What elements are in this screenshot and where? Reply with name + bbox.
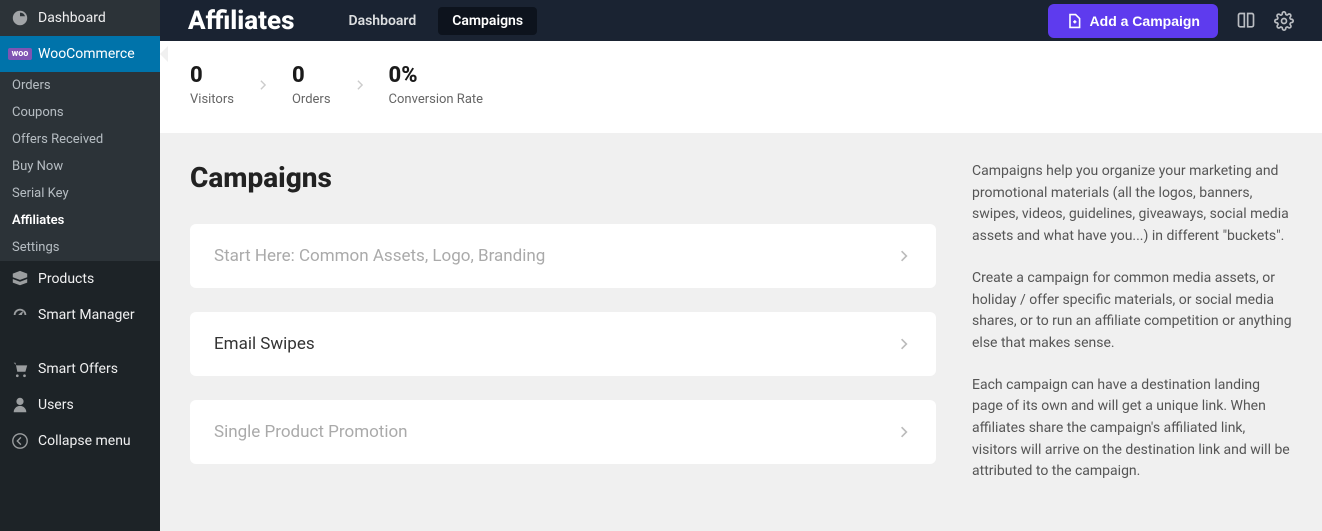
submenu-settings[interactable]: Settings xyxy=(0,234,160,261)
sidebar-label: WooCommerce xyxy=(38,46,135,62)
submenu-buynow[interactable]: Buy Now xyxy=(0,153,160,180)
chevron-right-icon xyxy=(896,336,912,352)
main-area: Affiliates Dashboard Campaigns Add a Cam… xyxy=(160,0,1322,531)
sidebar-label: Users xyxy=(38,397,74,413)
campaigns-column: Campaigns Start Here: Common Assets, Log… xyxy=(190,161,936,503)
sidebar-label: Smart Manager xyxy=(38,307,135,323)
submenu-offers[interactable]: Offers Received xyxy=(0,126,160,153)
book-icon[interactable] xyxy=(1236,11,1256,31)
page-title: Affiliates xyxy=(188,6,294,36)
sidebar-label: Smart Offers xyxy=(38,361,118,377)
campaign-card-single-product[interactable]: Single Product Promotion xyxy=(190,400,936,464)
content-area: Campaigns Start Here: Common Assets, Log… xyxy=(160,133,1322,531)
topbar: Affiliates Dashboard Campaigns Add a Cam… xyxy=(160,0,1322,41)
stat-value: 0 xyxy=(292,63,331,88)
campaign-card-email-swipes[interactable]: Email Swipes xyxy=(190,312,936,376)
sidebar-label: Collapse menu xyxy=(38,433,131,449)
sidebar-item-products[interactable]: Products xyxy=(0,261,160,297)
tab-dashboard[interactable]: Dashboard xyxy=(334,7,430,35)
dashboard-icon xyxy=(10,8,30,28)
chevron-right-icon xyxy=(896,248,912,264)
submenu-serial[interactable]: Serial Key xyxy=(0,180,160,207)
help-sidebar: Campaigns help you organize your marketi… xyxy=(972,161,1292,503)
stat-label: Conversion Rate xyxy=(389,92,484,107)
stat-orders: 0 Orders xyxy=(292,63,331,107)
chevron-right-icon xyxy=(353,78,367,92)
woocommerce-icon: woo xyxy=(10,44,30,64)
chevron-right-icon xyxy=(256,78,270,92)
campaign-card-starter[interactable]: Start Here: Common Assets, Logo, Brandin… xyxy=(190,224,936,288)
products-icon xyxy=(10,269,30,289)
stat-visitors: 0 Visitors xyxy=(190,63,234,107)
submenu-orders[interactable]: Orders xyxy=(0,72,160,99)
sidebar-label: Products xyxy=(38,271,94,287)
stat-label: Orders xyxy=(292,92,331,107)
gauge-icon xyxy=(10,305,30,325)
sidebar-item-woocommerce[interactable]: woo WooCommerce xyxy=(0,36,160,72)
campaign-title: Single Product Promotion xyxy=(214,422,408,442)
tab-campaigns[interactable]: Campaigns xyxy=(438,7,537,35)
stat-value: 0% xyxy=(389,63,484,88)
stat-label: Visitors xyxy=(190,92,234,107)
stat-conversion: 0% Conversion Rate xyxy=(389,63,484,107)
help-text: Create a campaign for common media asset… xyxy=(972,268,1292,355)
user-icon xyxy=(10,395,30,415)
sidebar-label: Dashboard xyxy=(38,10,106,26)
submenu-affiliates[interactable]: Affiliates xyxy=(0,207,160,234)
sidebar-item-dashboard[interactable]: Dashboard xyxy=(0,0,160,36)
campaign-title: Start Here: Common Assets, Logo, Brandin… xyxy=(214,246,545,266)
help-text: Each campaign can have a destination lan… xyxy=(972,375,1292,483)
sidebar-item-smart-offers[interactable]: Smart Offers xyxy=(0,351,160,387)
add-campaign-label: Add a Campaign xyxy=(1090,13,1200,29)
cart-icon xyxy=(10,359,30,379)
campaign-title: Email Swipes xyxy=(214,334,315,354)
gear-icon[interactable] xyxy=(1274,11,1294,31)
sidebar-item-smart-manager[interactable]: Smart Manager xyxy=(0,297,160,333)
collapse-icon xyxy=(10,431,30,451)
sidebar-item-users[interactable]: Users xyxy=(0,387,160,423)
stats-bar: 0 Visitors 0 Orders 0% Conversion Rate xyxy=(160,41,1322,133)
add-campaign-button[interactable]: Add a Campaign xyxy=(1048,4,1218,38)
submenu-coupons[interactable]: Coupons xyxy=(0,99,160,126)
section-heading: Campaigns xyxy=(190,161,936,194)
help-text: Campaigns help you organize your marketi… xyxy=(972,161,1292,248)
stat-value: 0 xyxy=(190,63,234,88)
admin-sidebar: Dashboard woo WooCommerce Orders Coupons… xyxy=(0,0,160,531)
chevron-right-icon xyxy=(896,424,912,440)
sidebar-item-collapse[interactable]: Collapse menu xyxy=(0,423,160,459)
sidebar-submenu: Orders Coupons Offers Received Buy Now S… xyxy=(0,72,160,261)
plus-document-icon xyxy=(1066,13,1082,29)
